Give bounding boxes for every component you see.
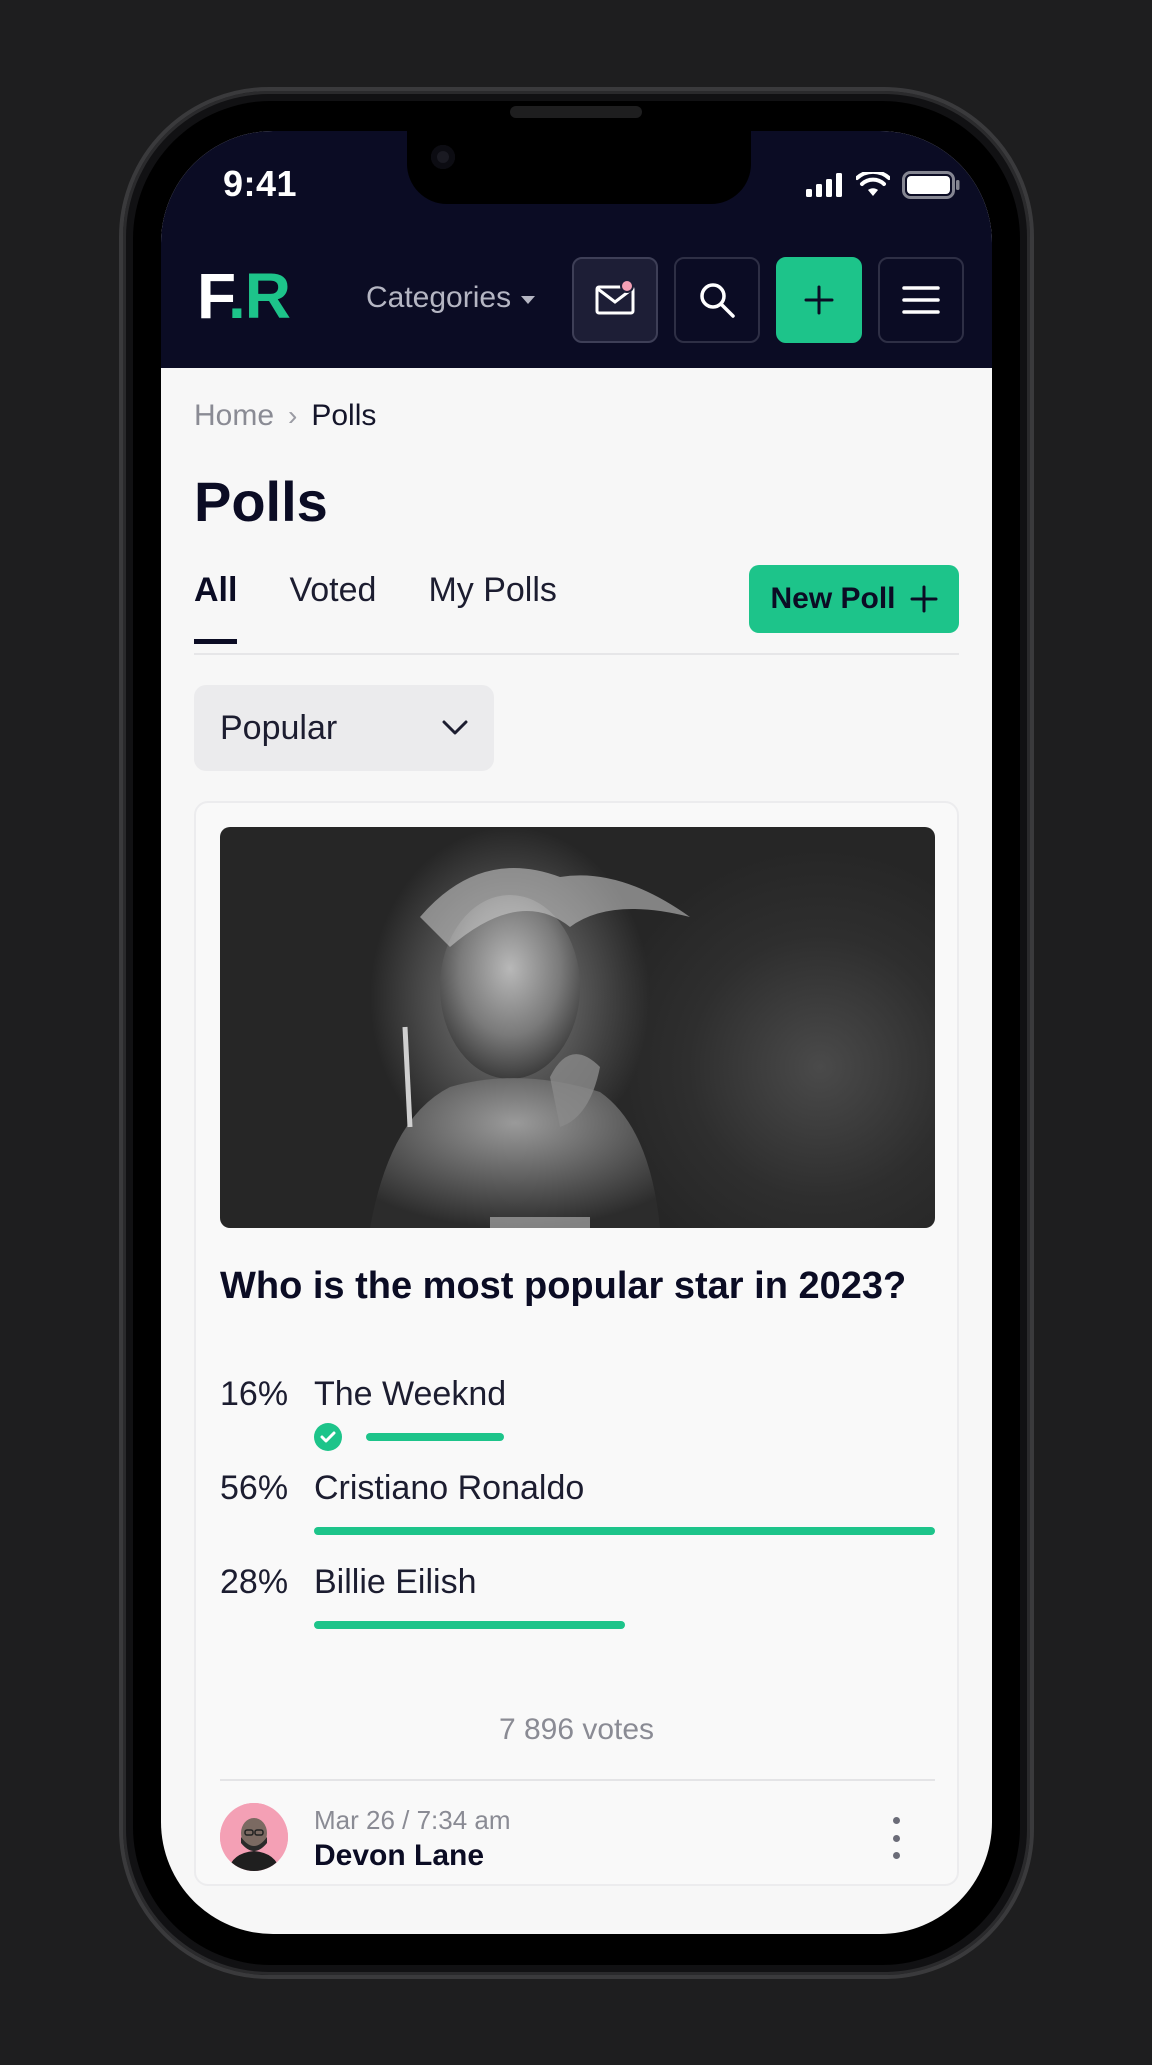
vote-count: 7 896 votes (498, 1713, 655, 1746)
logo-dot: . (228, 260, 246, 332)
kebab-dot (892, 1817, 900, 1824)
poll-option[interactable]: 28% Billie Eilish (220, 1563, 935, 1633)
poll-image[interactable] (220, 827, 935, 1228)
status-icons (806, 171, 960, 199)
phone-notch (407, 131, 751, 204)
breadcrumb: Home › Polls (194, 399, 376, 433)
status-time: 9:41 (223, 163, 298, 204)
categories-label: Categories (366, 281, 512, 314)
tab-my-polls[interactable]: My Polls (428, 571, 556, 644)
wifi-icon (856, 172, 890, 196)
plus-icon (804, 285, 834, 315)
poll-option[interactable]: 16% The Weeknd (220, 1375, 935, 1451)
chevron-down-icon (442, 720, 468, 735)
option-track (314, 1433, 935, 1441)
tab-voted[interactable]: Voted (289, 571, 376, 644)
avatar[interactable] (220, 1803, 288, 1871)
phone-screen: 9:41 F.R Categories Home › Polls Polls A… (161, 131, 992, 1934)
option-track (314, 1527, 935, 1535)
option-percent: 16% (220, 1375, 289, 1413)
more-vertical-icon[interactable] (886, 1813, 906, 1863)
caret-down-icon (521, 296, 536, 304)
create-button[interactable] (776, 257, 862, 343)
option-percent: 28% (220, 1563, 289, 1601)
signal-icon (806, 173, 842, 197)
breadcrumb-home[interactable]: Home (194, 399, 274, 433)
option-percent: 56% (220, 1469, 289, 1507)
logo-letter-f: F (197, 260, 229, 332)
poll-tabs: All Voted My Polls (194, 571, 557, 644)
menu-button[interactable] (878, 257, 964, 343)
card-divider (220, 1779, 935, 1781)
phone-speaker (510, 106, 642, 118)
sort-selected-value: Popular (220, 708, 338, 747)
camera-icon (431, 145, 455, 169)
post-date: Mar 26 / 7:34 am (314, 1805, 511, 1835)
search-icon (700, 283, 735, 318)
poll-option[interactable]: 56% Cristiano Ronaldo (220, 1469, 935, 1539)
tab-all[interactable]: All (194, 571, 238, 644)
notification-dot (620, 279, 634, 293)
avatar-illustration (220, 1803, 288, 1871)
option-name: The Weeknd (314, 1375, 507, 1413)
new-poll-label: New Poll (770, 582, 896, 615)
option-name: Billie Eilish (314, 1563, 477, 1601)
option-track (314, 1621, 935, 1629)
sort-select[interactable]: Popular (194, 685, 494, 771)
new-poll-button[interactable]: New Poll (749, 565, 959, 633)
breadcrumb-separator-icon: › (288, 400, 298, 431)
messages-button[interactable] (572, 257, 658, 343)
logo-letter-r: R (244, 260, 291, 332)
poll-photo-illustration (370, 868, 690, 1228)
option-name: Cristiano Ronaldo (314, 1469, 585, 1507)
page-title: Polls (194, 470, 328, 533)
hamburger-icon (902, 286, 940, 314)
kebab-dot (892, 1834, 900, 1842)
poll-card: Who is the most popular star in 2023? 16… (194, 801, 959, 1886)
option-bar (314, 1527, 935, 1535)
author-name[interactable]: Devon Lane (314, 1839, 484, 1873)
categories-dropdown[interactable]: Categories (366, 281, 536, 315)
tabs-divider (194, 653, 959, 655)
poll-question: Who is the most popular star in 2023? (220, 1265, 907, 1307)
search-button[interactable] (674, 257, 760, 343)
app-logo[interactable]: F.R (197, 264, 291, 328)
option-bar (314, 1621, 625, 1629)
battery-icon (902, 171, 960, 199)
kebab-dot (892, 1852, 900, 1859)
option-bar (366, 1433, 504, 1441)
plus-icon (910, 585, 938, 613)
breadcrumb-current: Polls (311, 399, 377, 432)
